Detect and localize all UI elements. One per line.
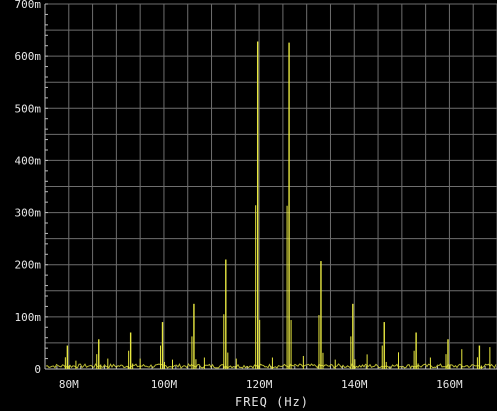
y-axis-tick-labels: 0 100m 200m 300m 400m 500m 600m 700m	[15, 0, 42, 376]
spectrum-chart: 0 100m 200m 300m 400m 500m 600m 700m 80M 100M 120…	[15, 0, 497, 409]
y-tick-label: 500m	[15, 102, 42, 115]
grid-lines	[44, 3, 497, 370]
spectrum-series	[45, 41, 497, 369]
x-tick-label: 120M	[246, 378, 273, 391]
y-tick-label: 0	[34, 363, 41, 376]
y-tick-label: 200m	[15, 259, 42, 272]
x-axis-label: FREQ (Hz)	[235, 395, 309, 409]
y-tick-label: 600m	[15, 50, 42, 63]
y-tick-label: 300m	[15, 207, 42, 220]
x-tick-label: 100M	[151, 378, 178, 391]
y-tick-label: 100m	[15, 311, 42, 324]
x-axis-tick-labels: 80M 100M 120M 140M 160M	[59, 378, 463, 391]
y-tick-label: 400m	[15, 154, 42, 167]
y-tick-label: 700m	[15, 0, 42, 11]
x-tick-label: 80M	[59, 378, 79, 391]
x-tick-label: 140M	[341, 378, 368, 391]
x-tick-label: 160M	[436, 378, 463, 391]
